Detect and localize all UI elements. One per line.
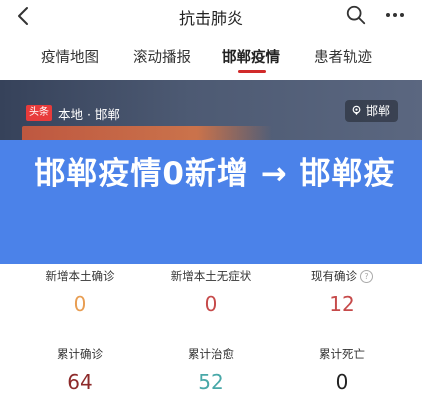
banner-headline-peek [22,126,272,140]
banner-source: 本地 · 邯郸 [58,107,120,122]
stat-new-local-confirmed: 新增本土确诊 0 [10,268,150,316]
active-tab-indicator [238,70,266,73]
stat-label: 现有确诊? [272,268,412,284]
tab-patient-tracks[interactable]: 患者轨迹 [314,46,372,67]
top-bar: 抗击肺炎 [0,0,422,36]
stat-value: 0 [73,292,87,316]
stat-label: 新增本土无症状 [170,269,252,283]
stat-value: 0 [204,292,218,316]
headline-overlay: 邯郸疫情0新增 → 邯郸疫 [0,140,422,264]
stat-cumulative-deaths: 累计死亡 0 [272,346,412,394]
location-pin-icon [352,105,361,116]
stat-value: 0 [335,370,349,394]
search-icon[interactable] [345,4,367,26]
stat-value: 52 [198,370,224,394]
tab-epidemic-map[interactable]: 疫情地图 [41,46,99,67]
stat-label: 累计确诊 [57,347,103,361]
location-chip[interactable]: 邯郸 [345,100,399,122]
stat-new-local-asymptomatic: 新增本土无症状 0 [141,268,281,316]
stats-panel: 新增本土确诊 0 新增本土无症状 0 现有确诊? 12 累计确诊 64 累计治愈… [0,264,422,400]
info-icon[interactable]: ? [360,270,373,283]
stat-label-text: 现有确诊 [311,269,357,283]
stat-label: 新增本土确诊 [45,269,115,283]
stat-label: 累计治愈 [188,347,234,361]
stat-current-confirmed: 现有确诊? 12 [272,268,412,316]
news-banner[interactable]: 头条 本地 · 邯郸 邯郸 [0,80,422,140]
tab-handan-epidemic[interactable]: 邯郸疫情 [222,46,280,67]
stat-label: 累计死亡 [319,347,365,361]
stat-value: 64 [67,370,93,394]
tab-rolling-news[interactable]: 滚动播报 [133,46,191,67]
stat-cumulative-confirmed: 累计确诊 64 [10,346,150,394]
headline-badge: 头条 [26,105,52,121]
location-chip-label: 邯郸 [366,104,391,118]
stat-cumulative-recovered: 累计治愈 52 [141,346,281,394]
more-icon[interactable] [382,2,408,28]
tab-bar: 疫情地图 滚动播报 邯郸疫情 患者轨迹 [0,36,422,76]
overlay-headline: 邯郸疫情0新增 → 邯郸疫 [34,156,396,192]
stat-value: 12 [329,292,355,316]
